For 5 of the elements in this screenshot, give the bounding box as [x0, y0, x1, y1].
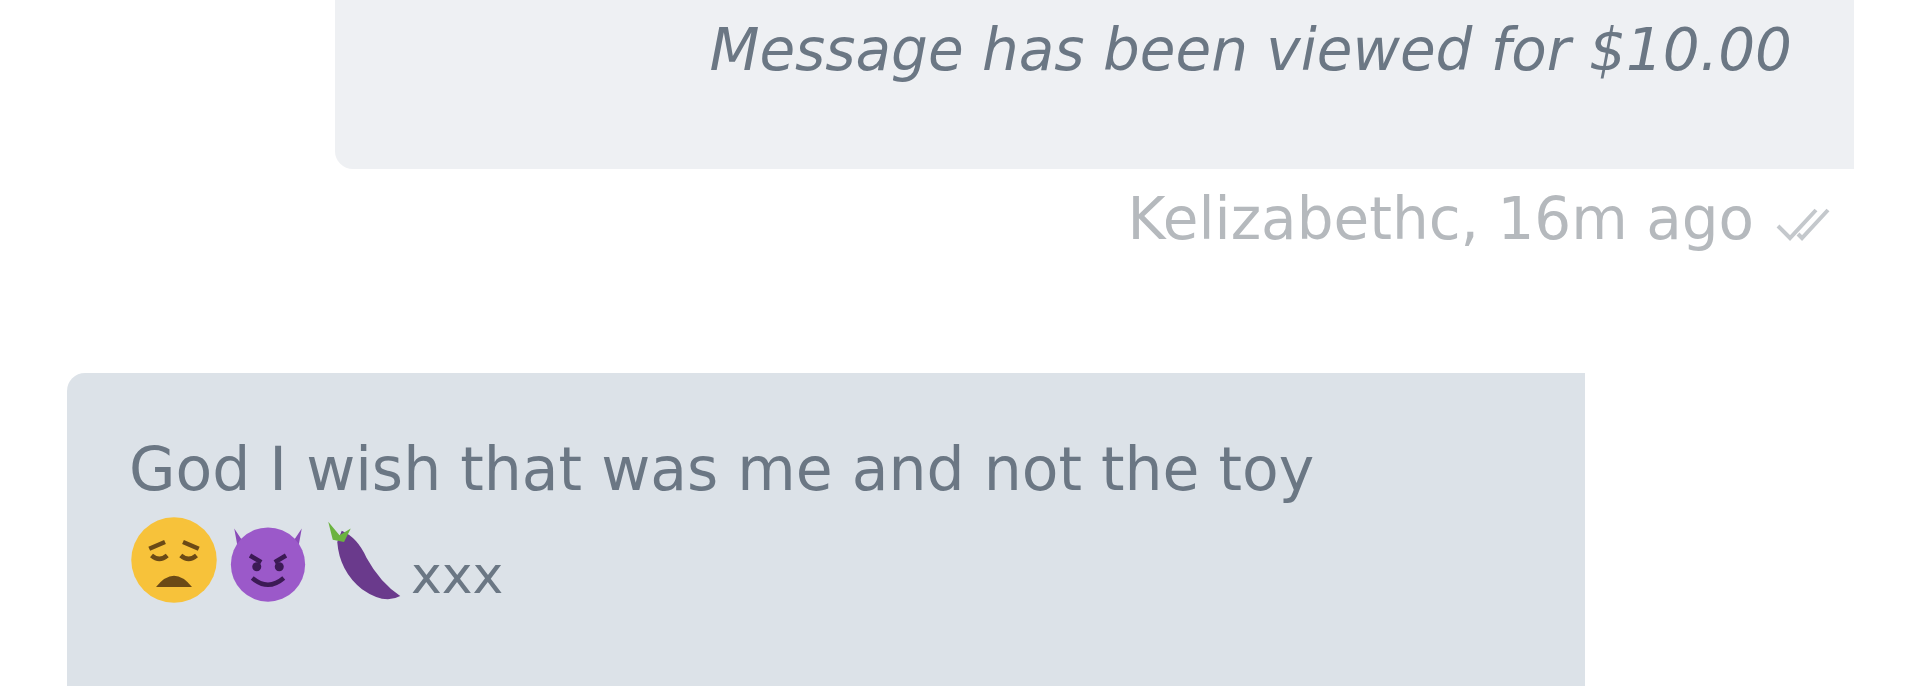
- message-text: God I wish that was me and not the toy: [129, 433, 1315, 506]
- message-meta: Kelizabethc, 16m ago: [1127, 184, 1754, 255]
- message-text: xxx: [411, 545, 504, 605]
- paid-notice-text: Message has been viewed for $10.00: [709, 15, 1792, 86]
- weary-face-icon: [129, 515, 219, 605]
